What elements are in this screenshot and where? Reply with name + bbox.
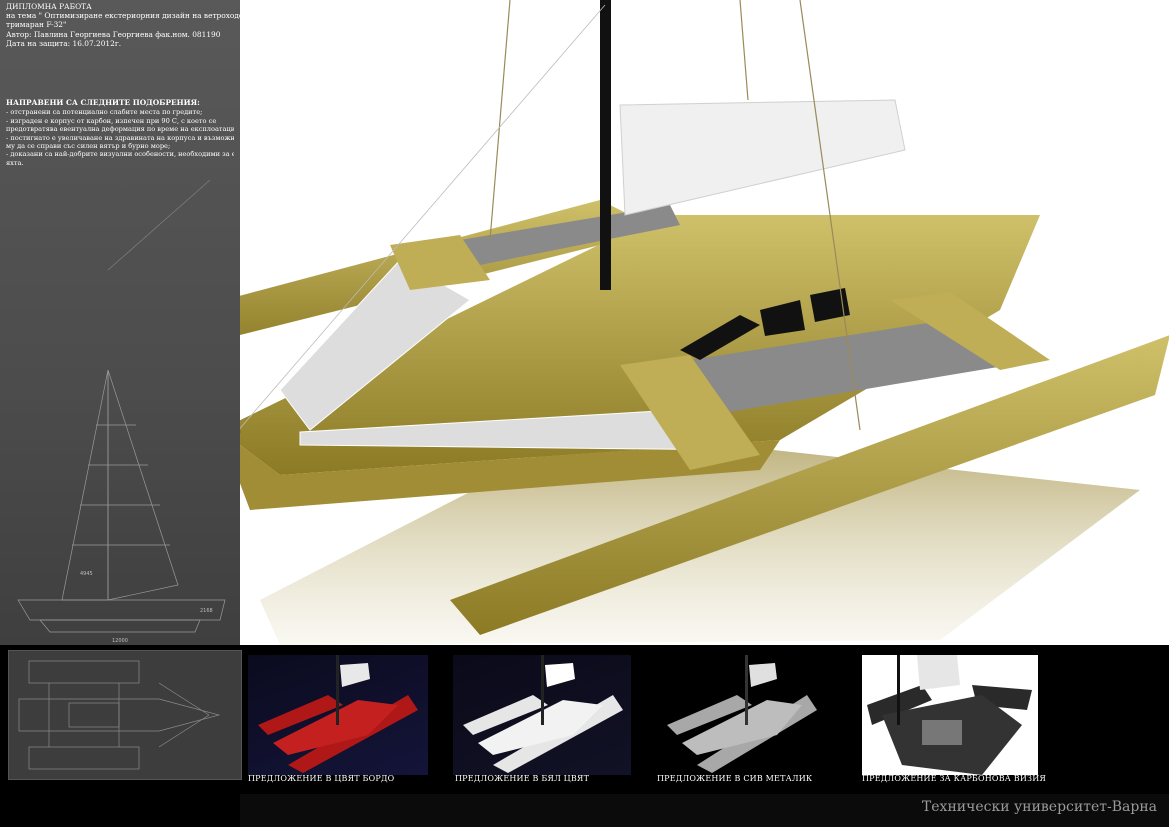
variant-carbon-caption: ПРЕДЛОЖЕНИЕ ЗА КАРБОНОВА ВИЗИЯ [862,774,1047,783]
variant-carbon-image [862,655,1038,775]
dimension-label: 2168 [200,608,213,614]
dimension-label: 12000 [112,638,128,644]
variant-white-caption: ПРЕДЛОЖЕНИЕ В БЯЛ ЦВЯТ [455,774,590,783]
info-author: Автор: Павлина Георгиева Георгиева фак.н… [6,29,221,39]
trimaran-illustration [240,0,1169,645]
improvement-item: - постигнато е увеличаване на здравината… [6,133,234,142]
improvements-heading: НАПРАВЕНИ СА СЛЕДНИТЕ ПОДОБРЕНИЯ: [6,98,200,107]
deck-plan-svg [18,660,221,770]
side-elevation-drawing: 4945 2168 12000 [17,180,226,644]
info-panel: ДИПЛОМНА РАБОТА на тема " Оптимизиране е… [0,0,249,645]
improvement-item: - доказани са най-добрите визуални особе… [6,150,234,159]
improvements-list: НАПРАВЕНИ СА СЛЕДНИТЕ ПОДОБРЕНИЯ: - отст… [6,98,234,167]
improvement-item: яхта. [6,158,24,167]
university-name: Технически университет-Варна [921,799,1157,815]
variant-white-image [453,655,631,775]
variant-metallic-caption: ПРЕДЛОЖЕНИЕ В СИВ МЕТАЛИК [657,774,813,783]
project-info: ДИПЛОМНА РАБОТА на тема " Оптимизиране е… [6,2,249,48]
improvement-item: предотвратява евентуална деформация по в… [6,125,234,134]
hero-trimaran-render [240,0,1169,645]
deck-plan-drawing [8,650,242,780]
improvement-item: му да се справи със силен вятър и бурно … [6,142,171,151]
improvement-item: - отстранени са потенциално слабите мест… [6,108,203,117]
variant-bordeaux-caption: ПРЕДЛОЖЕНИЕ В ЦВЯТ БОРДО [248,774,395,783]
variant-metallic-image [657,655,823,775]
dimension-label: 4945 [80,571,93,577]
variant-bordeaux-image [248,655,428,775]
info-date: Дата на защита: 16.07.2012г. [6,38,122,48]
info-topic-cont: тримаран F-32" [6,20,67,30]
info-topic: на тема " Оптимизиране екстериорния диза… [6,11,249,21]
info-title: ДИПЛОМНА РАБОТА [6,2,92,11]
improvement-item: - изграден е корпус от карбон, изпечен п… [6,116,217,125]
